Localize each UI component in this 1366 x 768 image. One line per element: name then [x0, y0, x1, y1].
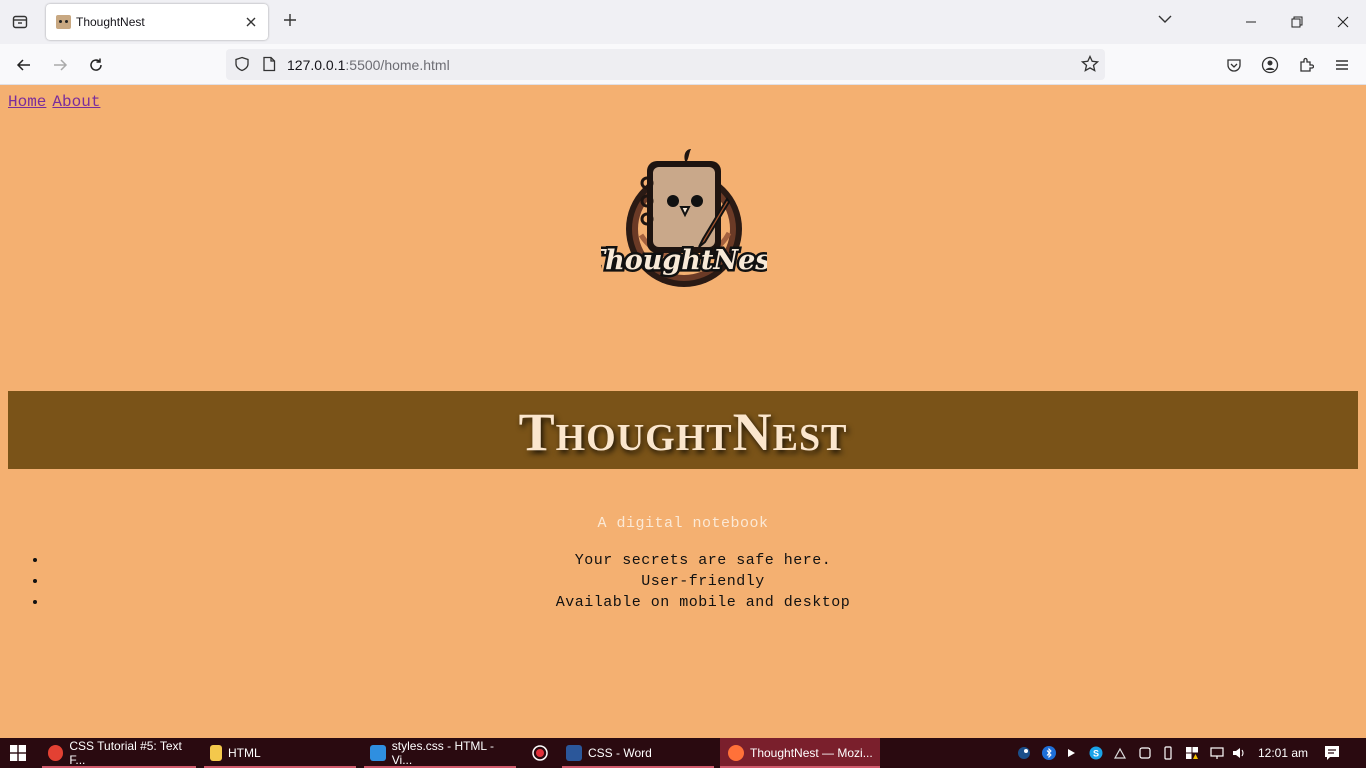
- list-item: User-friendly: [48, 571, 1358, 592]
- windows-icon: [10, 745, 26, 761]
- url-path: :5500/home.html: [345, 57, 450, 73]
- site-nav: Home About: [8, 93, 106, 111]
- taskbar-item-word[interactable]: CSS - Word: [562, 738, 714, 768]
- url-host: 127.0.0.1: [287, 57, 346, 73]
- address-bar[interactable]: 127.0.0.1:5500/home.html: [226, 49, 1105, 80]
- back-button[interactable]: [12, 53, 36, 77]
- close-window-button[interactable]: [1329, 8, 1357, 36]
- nav-link-about[interactable]: About: [52, 93, 100, 111]
- minimize-icon: [1246, 21, 1256, 23]
- taskbar-item-label: CSS - Word: [588, 746, 652, 760]
- puzzle-icon: [1300, 57, 1314, 72]
- reload-button[interactable]: [84, 53, 108, 77]
- hamburger-icon: [1336, 60, 1348, 70]
- list-item: Available on mobile and desktop: [48, 592, 1358, 613]
- taskbar-item-label: styles.css - HTML - Vi...: [391, 739, 494, 767]
- taskbar-item-vscode[interactable]: styles.css - HTML - Vi...: [364, 738, 516, 768]
- tab-close-button[interactable]: [242, 13, 260, 31]
- list-all-tabs-button[interactable]: [1158, 12, 1178, 32]
- folder-icon: [210, 745, 222, 761]
- url-text: 127.0.0.1:5500/home.html: [287, 57, 450, 73]
- monitor-tray-icon[interactable]: [1137, 745, 1153, 761]
- taskbar-item-label: CSS Tutorial #5: Text F...: [69, 739, 182, 767]
- close-icon: [1337, 16, 1349, 28]
- page-title: ThoughtNest: [518, 402, 848, 462]
- vscode-icon: [370, 745, 386, 761]
- notification-icon: [1325, 746, 1339, 760]
- skype-tray-icon[interactable]: S: [1088, 745, 1104, 761]
- chrome-icon: [48, 745, 64, 761]
- title-banner: ThoughtNest: [8, 391, 1358, 469]
- action-center-button[interactable]: [1324, 745, 1342, 761]
- browser-nav-bar: 127.0.0.1:5500/home.html: [0, 44, 1366, 85]
- svg-text:S: S: [1093, 749, 1099, 759]
- browser-tab-bar: ThoughtNest: [0, 0, 1366, 44]
- pocket-button[interactable]: [1222, 53, 1246, 77]
- start-button[interactable]: [10, 745, 26, 761]
- page-icon: [263, 56, 276, 72]
- list-item: Your secrets are safe here.: [48, 550, 1358, 571]
- taskbar-item-firefox[interactable]: ThoughtNest — Mozi...: [720, 738, 880, 768]
- pocket-icon: [1227, 59, 1241, 72]
- forward-button[interactable]: [48, 53, 72, 77]
- firefox-icon: [728, 745, 744, 761]
- taskbar-item-label: ThoughtNest — Mozi...: [750, 746, 873, 760]
- account-icon: [1261, 56, 1279, 74]
- network-tray-icon[interactable]: [1209, 745, 1225, 761]
- web-page: Home About ThoughtNest: [0, 85, 1366, 738]
- star-icon: [1080, 54, 1100, 72]
- defender-tray-icon[interactable]: [1184, 745, 1200, 761]
- record-icon: [532, 745, 548, 761]
- clock[interactable]: 12:01 am: [1258, 746, 1308, 760]
- feature-list: Your secrets are safe here. User-friendl…: [48, 550, 1358, 613]
- logo-wordmark: ThoughtNest: [601, 245, 767, 276]
- network-tool-tray-icon[interactable]: [1112, 745, 1128, 761]
- bluetooth-tray-icon[interactable]: [1041, 745, 1057, 761]
- tab-title: ThoughtNest: [76, 15, 145, 29]
- taskbar-item-recorder[interactable]: [526, 738, 554, 768]
- menu-button[interactable]: [1330, 53, 1354, 77]
- volume-tray-icon[interactable]: [1231, 745, 1247, 761]
- minimize-button[interactable]: [1237, 8, 1265, 36]
- arrow-left-icon: [16, 59, 30, 71]
- usb-tray-icon[interactable]: [1160, 745, 1176, 761]
- media-tray-icon[interactable]: [1063, 745, 1079, 761]
- restore-button[interactable]: [1283, 8, 1311, 36]
- shield-icon: [235, 56, 249, 72]
- arrow-right-icon: [54, 59, 68, 71]
- chevron-down-icon: [1158, 15, 1172, 23]
- extensions-button[interactable]: [1294, 53, 1318, 77]
- firefox-view-icon: [12, 15, 28, 29]
- reload-icon: [90, 58, 102, 71]
- thoughtnest-logo: ThoughtNest: [583, 147, 786, 293]
- plus-icon: [284, 14, 296, 26]
- thoughtnest-favicon-icon: [56, 15, 71, 29]
- account-button[interactable]: [1258, 53, 1282, 77]
- taskbar-item-chrome[interactable]: CSS Tutorial #5: Text F...: [42, 738, 196, 768]
- firefox-view-button[interactable]: [8, 10, 32, 34]
- new-tab-button[interactable]: [280, 11, 300, 31]
- nav-link-home[interactable]: Home: [8, 93, 46, 111]
- bookmark-button[interactable]: [1080, 54, 1100, 78]
- taskbar-item-label: HTML: [228, 746, 261, 760]
- restore-icon: [1291, 16, 1303, 28]
- steam-tray-icon[interactable]: [1016, 745, 1032, 761]
- taskbar-item-explorer[interactable]: HTML: [204, 738, 356, 768]
- windows-taskbar: CSS Tutorial #5: Text F... HTML styles.c…: [0, 738, 1366, 768]
- close-icon: [246, 17, 256, 27]
- tagline: A digital notebook: [597, 515, 769, 532]
- word-icon: [566, 745, 582, 761]
- active-tab[interactable]: ThoughtNest: [46, 4, 268, 40]
